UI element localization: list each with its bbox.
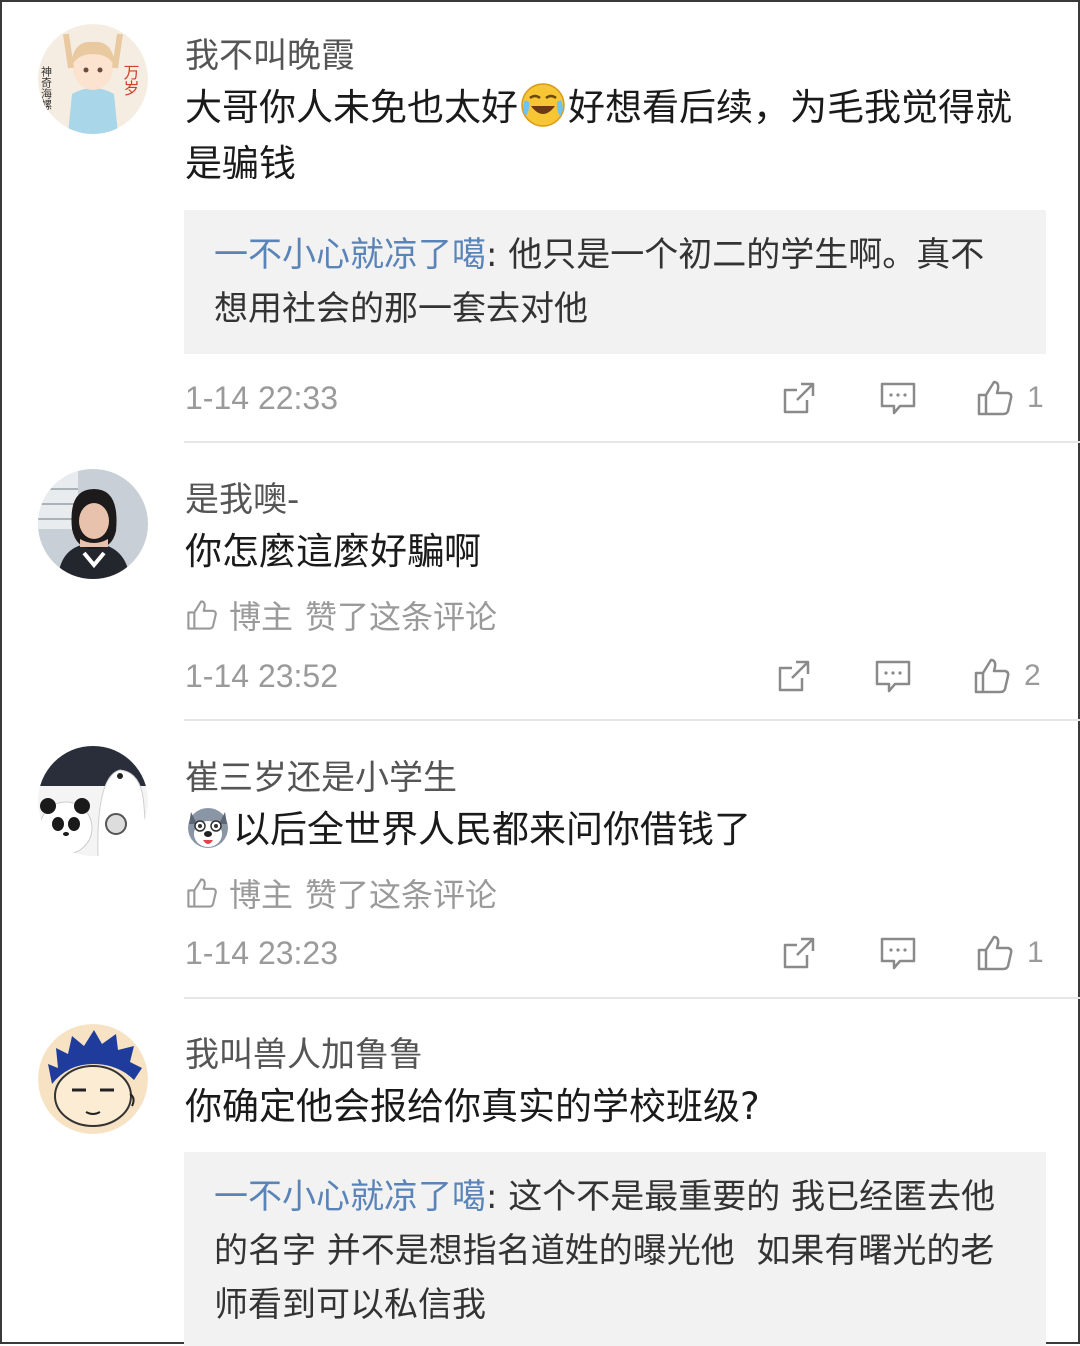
timestamp: 1-14 23:23	[185, 935, 339, 971]
author-liked-notice: 博主 赞了这条评论	[185, 592, 497, 638]
like-count: 1	[1027, 381, 1044, 414]
username[interactable]: 崔三岁还是小学生	[185, 750, 457, 799]
reply-button[interactable]	[878, 931, 918, 975]
bears-avatar-icon	[38, 746, 148, 856]
comment-icon	[880, 937, 916, 970]
share-button[interactable]	[779, 931, 819, 975]
crying-laugh-emoji-icon	[521, 83, 565, 127]
user-avatar[interactable]	[38, 746, 148, 856]
reply-button[interactable]	[873, 654, 913, 698]
liked-by-text: 赞了这条评论	[305, 598, 498, 636]
timestamp: 1-14 23:52	[185, 658, 339, 694]
girl-photo-avatar-icon	[38, 469, 148, 579]
like-button[interactable]: 2	[972, 654, 1041, 698]
comment-text-part: 大哥你人未免也太好	[185, 86, 518, 129]
comment-text: 你怎麼這麼好騙啊	[185, 530, 481, 573]
comment-meta: 1-14 23:52 2	[185, 654, 1047, 698]
username[interactable]: 我不叫晚霞	[185, 28, 355, 77]
comment-text: 大哥你人未免也太好 好想看后续，为毛我觉得就是骗钱	[185, 80, 1035, 192]
comment-meta: 1-14 23:23 1	[185, 931, 1047, 975]
reply-separator: :	[486, 1177, 509, 1217]
reply-preview[interactable]: 一不小心就凉了噶: 这个不是最重要的 我已经匿去他的名字 并不是想指名道姓的曝光…	[184, 1152, 1046, 1346]
like-button[interactable]: 1	[975, 376, 1044, 420]
liked-by-label[interactable]: 博主	[229, 592, 293, 638]
share-button[interactable]	[774, 654, 814, 698]
avatar-text-right: 万岁	[121, 64, 140, 96]
thumbs-up-icon	[187, 878, 217, 908]
share-icon	[783, 382, 815, 414]
husky-emoji-icon	[188, 808, 228, 848]
divider	[184, 997, 1080, 999]
reply-preview[interactable]: 一不小心就凉了噶: 他只是一个初二的学生啊。真不想用社会的那一套去对他	[184, 210, 1046, 354]
username[interactable]: 是我噢-	[185, 472, 299, 521]
like-button[interactable]: 1	[975, 931, 1044, 975]
thumbs-up-icon	[187, 600, 217, 630]
share-button[interactable]	[779, 376, 819, 420]
username[interactable]: 我叫兽人加鲁鲁	[185, 1027, 423, 1076]
comment-text: 以后全世界人民都来问你借钱了	[185, 802, 1035, 858]
comment-meta: 1-14 22:33 1	[185, 376, 1047, 420]
liked-by-text: 赞了这条评论	[305, 876, 498, 914]
timestamp: 1-14 22:33	[185, 380, 339, 416]
divider	[184, 719, 1080, 721]
user-avatar[interactable]	[38, 469, 148, 579]
thumbs-up-icon	[977, 380, 1013, 416]
comment-icon	[880, 382, 916, 415]
thumbs-up-icon	[977, 935, 1013, 971]
share-icon	[783, 937, 815, 969]
cartoon-boy-avatar-icon	[38, 1024, 148, 1134]
anime-girl-avatar-icon: 神奇海螺 万岁	[38, 24, 148, 134]
author-liked-notice: 博主 赞了这条评论	[185, 870, 497, 916]
comment-text-part: 以后全世界人民都来问你借钱了	[233, 808, 751, 851]
liked-by-label[interactable]: 博主	[229, 870, 293, 916]
user-avatar[interactable]	[38, 1024, 148, 1134]
like-count: 1	[1027, 936, 1044, 969]
reply-separator: :	[486, 235, 509, 275]
avatar-text-left: 神奇海螺	[40, 65, 53, 111]
comment-icon	[875, 660, 911, 693]
thumbs-up-icon	[974, 658, 1010, 694]
divider	[184, 441, 1080, 443]
reply-author[interactable]: 一不小心就凉了噶	[214, 235, 486, 275]
comment-text: 你确定他会报给你真实的学校班级?	[185, 1085, 760, 1128]
share-icon	[778, 660, 810, 692]
reply-author[interactable]: 一不小心就凉了噶	[214, 1177, 486, 1217]
reply-button[interactable]	[878, 376, 918, 420]
like-count: 2	[1024, 659, 1041, 692]
user-avatar[interactable]: 神奇海螺 万岁	[38, 24, 148, 134]
